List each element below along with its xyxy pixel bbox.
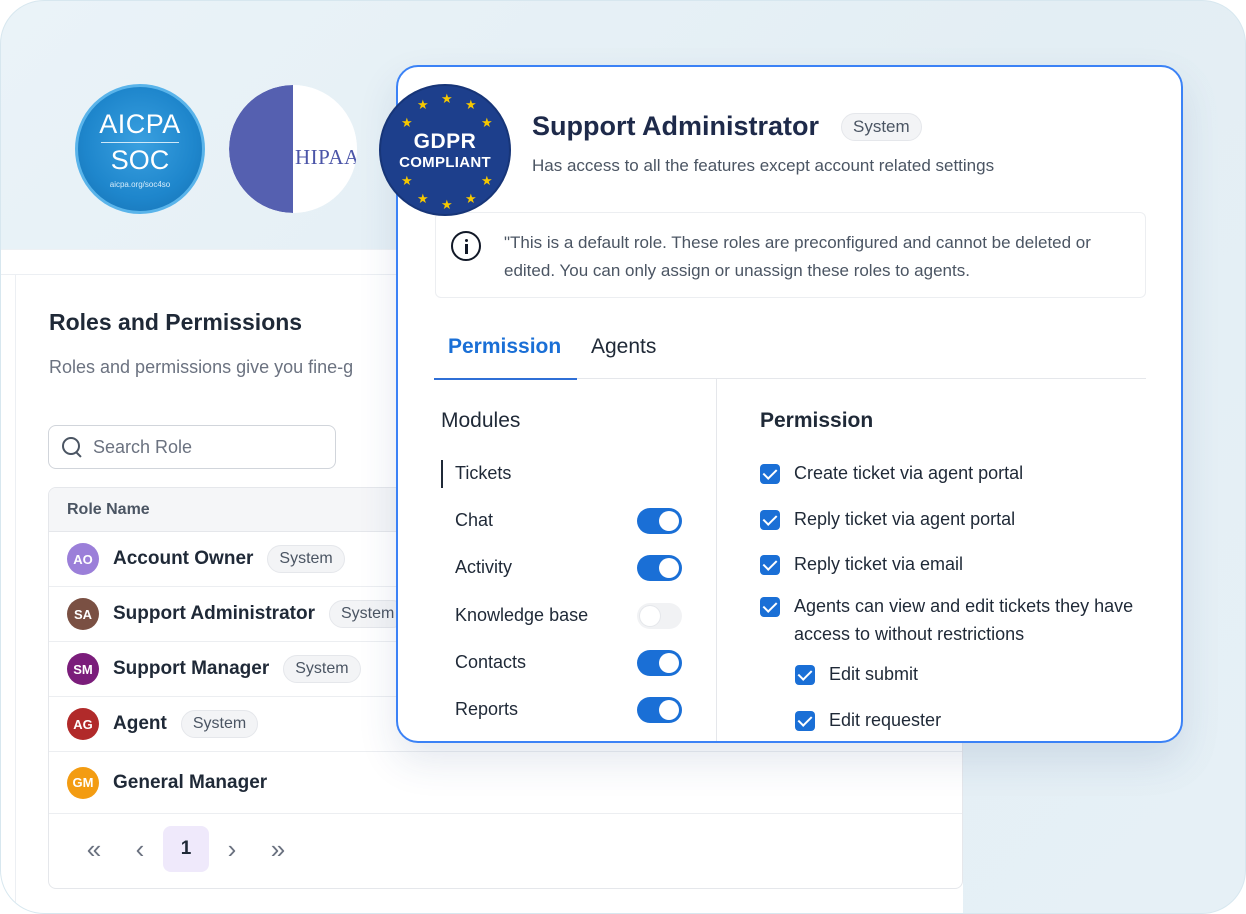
module-item-reports[interactable]: Reports xyxy=(455,699,518,720)
notice-text: "This is a default role. These roles are… xyxy=(504,233,1091,280)
status-badge: System xyxy=(328,600,407,628)
aicpa-soc-badge: AICPA SOC aicpa.org/soc4so xyxy=(75,84,205,214)
avatar: SA xyxy=(67,598,99,630)
star-icon: ★ xyxy=(401,115,413,130)
selected-indicator xyxy=(441,460,443,488)
search-box[interactable] xyxy=(48,425,336,469)
avatar: AO xyxy=(67,543,99,575)
star-icon: ★ xyxy=(481,173,493,188)
hipaa-label: HIPAA xyxy=(295,145,357,169)
search-input[interactable] xyxy=(93,436,313,458)
reports-toggle[interactable] xyxy=(637,697,682,723)
info-icon xyxy=(451,231,481,261)
hipaa-badge: ★ HIPAA xyxy=(229,85,357,213)
table-row[interactable]: GM General Manager xyxy=(49,752,962,814)
role-name[interactable]: Account Owner xyxy=(113,548,253,570)
checkbox-edit-requester[interactable] xyxy=(795,711,815,731)
page-number-button[interactable]: 1 xyxy=(163,826,209,872)
tab-permission[interactable]: Permission xyxy=(433,335,578,380)
checkbox-edit-submit[interactable] xyxy=(795,665,815,685)
permission-label: Agents can view and edit tickets they ha… xyxy=(794,596,1134,644)
last-page-button[interactable]: » xyxy=(255,826,301,872)
aicpa-label: AICPA xyxy=(99,109,181,139)
status-badge: System xyxy=(267,545,345,573)
module-item-knowledge-base[interactable]: Knowledge base xyxy=(455,605,588,626)
page-background: Roles and Permissions Roles and permissi… xyxy=(0,0,1246,914)
star-icon: ★ xyxy=(417,191,429,206)
role-name[interactable]: Agent xyxy=(113,713,167,735)
star-icon: ★ xyxy=(441,197,453,212)
modules-heading: Modules xyxy=(441,409,521,432)
aicpa-url: aicpa.org/soc4so xyxy=(109,180,171,189)
role-name[interactable]: Support Manager xyxy=(113,658,269,680)
tab-bar: Permission Agents xyxy=(433,335,1146,380)
page-subtitle: Roles and permissions give you fine-g xyxy=(49,357,354,377)
knowledge-base-toggle[interactable] xyxy=(637,603,682,629)
checkbox-reply-ticket-portal[interactable] xyxy=(760,510,780,530)
contacts-toggle[interactable] xyxy=(637,650,682,676)
permission-label: Edit requester xyxy=(829,710,942,730)
checkbox-create-ticket[interactable] xyxy=(760,464,780,484)
permission-label: Reply ticket via agent portal xyxy=(794,509,1016,529)
star-icon: ★ xyxy=(465,191,477,206)
avatar: GM xyxy=(67,766,99,799)
star-icon: ★ xyxy=(465,97,477,112)
chat-toggle[interactable] xyxy=(637,508,682,534)
permission-label: Create ticket via agent portal xyxy=(794,463,1024,483)
pagination: « ‹ 1 › » xyxy=(49,819,301,879)
tab-agents[interactable]: Agents xyxy=(591,335,656,379)
permission-label: Reply ticket via email xyxy=(794,554,964,574)
compliant-label: COMPLIANT xyxy=(399,153,491,171)
checkbox-reply-ticket-email[interactable] xyxy=(760,555,780,575)
star-icon: ★ xyxy=(481,115,493,130)
search-icon xyxy=(61,436,83,458)
gdpr-badge: ★ ★ ★ ★ ★ ★ ★ ★ ★ ★ GDPR COMPLIANT xyxy=(379,84,511,216)
gdpr-label: GDPR xyxy=(413,129,477,153)
permission-label: Edit submit xyxy=(829,664,919,684)
star-icon: ★ xyxy=(417,97,429,112)
divider xyxy=(101,142,179,143)
activity-toggle[interactable] xyxy=(637,555,682,581)
permissions-heading: Permission xyxy=(760,409,874,432)
status-badge: System xyxy=(841,113,922,141)
svg-text:★: ★ xyxy=(308,105,317,122)
role-detail-card: Support Administrator System Has access … xyxy=(396,65,1183,743)
column-header-role-name: Role Name xyxy=(67,500,150,518)
status-badge: System xyxy=(180,710,259,738)
checkbox-view-edit-tickets[interactable] xyxy=(760,597,780,617)
page-title: Roles and Permissions xyxy=(49,309,303,335)
divider xyxy=(15,274,16,913)
module-item-chat[interactable]: Chat xyxy=(455,510,493,531)
prev-page-button[interactable]: ‹ xyxy=(117,826,163,872)
star-icon: ★ xyxy=(401,173,413,188)
role-title: Support Administrator xyxy=(532,111,819,141)
divider xyxy=(716,379,717,741)
module-item-activity[interactable]: Activity xyxy=(455,557,512,578)
role-description: Has access to all the features except ac… xyxy=(532,156,995,175)
module-item-contacts[interactable]: Contacts xyxy=(455,652,526,673)
module-item-tickets[interactable]: Tickets xyxy=(455,463,511,484)
role-name[interactable]: General Manager xyxy=(113,772,267,794)
next-page-button[interactable]: › xyxy=(209,826,255,872)
star-icon: ★ xyxy=(441,91,453,106)
first-page-button[interactable]: « xyxy=(71,826,117,872)
status-badge: System xyxy=(283,655,361,683)
soc-label: SOC xyxy=(110,145,170,175)
info-notice: "This is a default role. These roles are… xyxy=(435,212,1146,298)
avatar: AG xyxy=(67,708,99,740)
role-name[interactable]: Support Administrator xyxy=(113,603,315,625)
avatar: SM xyxy=(67,653,99,685)
